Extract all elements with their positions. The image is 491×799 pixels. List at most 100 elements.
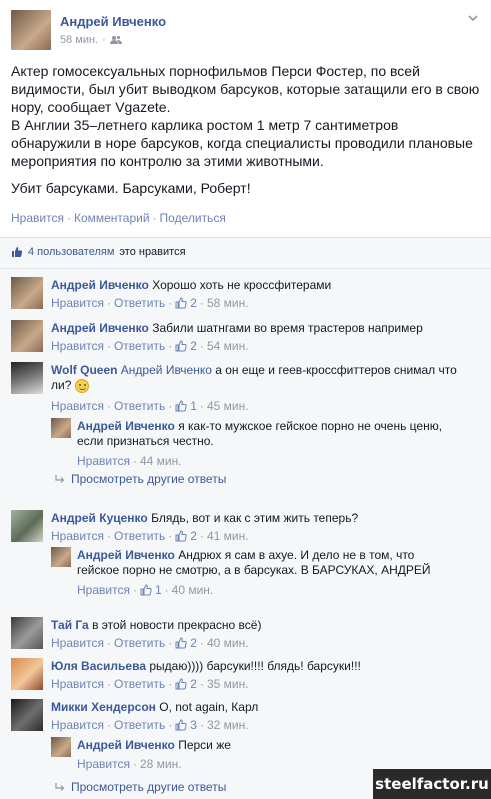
comment-like-count[interactable]: 2 [190,339,197,353]
thumbs-up-icon [175,637,187,649]
comment-time[interactable]: 40 мин. [207,636,249,650]
reply-actions: Нравится · 28 мин. [77,757,182,771]
comment-like-button[interactable]: Нравится [51,718,104,732]
comment-body: O, not again, Карл [159,700,259,714]
comment: Юля Васильева рыдаю)))) барсуки!!!! бляд… [11,658,481,698]
comment: Андрей Ивченко Забили шатнгами во время … [11,320,481,360]
comment-time[interactable]: 58 мин. [207,296,249,310]
reply-time[interactable]: 44 мин. [140,454,182,468]
share-button[interactable]: Поделиться [160,211,226,225]
comment-body: рыдаю)))) барсуки!!!! блядь! барсуки!!! [149,659,361,673]
comment-reply-button[interactable]: Ответить [114,636,165,650]
reply-arrow-icon [55,783,65,791]
comment-body: Забили шатнгами во время трастеров напри… [152,321,423,335]
avatar[interactable] [11,362,43,394]
avatar[interactable] [11,699,43,731]
comment-like-button[interactable]: Нравится [51,677,104,691]
comment-author[interactable]: Андрей Ивченко [51,278,149,292]
comment-body: в этой новости прекрасно всё) [92,618,262,632]
divider [0,268,491,269]
reply-like-button[interactable]: Нравится [77,757,130,771]
reply-author[interactable]: Андрей Ивченко [77,419,175,433]
comment-time[interactable]: 41 мин. [207,529,249,543]
feedback-section: 4 пользователям это нравится Андрей Ивче… [0,237,491,799]
comment-mention[interactable]: Андрей Ивченко [121,363,212,377]
reply-body: Андрюх я сам в ахуе. И дело не в том, чт… [178,548,415,562]
comment-actions: Нравится · Ответить · 2 · 35 мин. [51,677,249,691]
comment-like-count[interactable]: 2 [190,677,197,691]
comment-like-count[interactable]: 2 [190,529,197,543]
friends-icon[interactable] [109,35,122,45]
comment-reply-button[interactable]: Ответить [114,296,165,310]
likes-count-link[interactable]: 4 пользователям [28,246,114,258]
comment-reply-button[interactable]: Ответить [114,718,165,732]
reply: Андрей Ивченко я как-то мужское гейское … [51,418,481,468]
comment-reply-button[interactable]: Ответить [114,529,165,543]
reply-body-line2: если признаться честно. [77,434,214,448]
reply-body: Перси же [178,738,231,752]
post-author[interactable]: Андрей Ивченко [60,14,166,29]
comment-author[interactable]: Wolf Queen [51,363,117,377]
comment-like-button[interactable]: Нравится [51,529,104,543]
avatar[interactable] [11,320,43,352]
comment-actions: Нравится · Ответить · 2 · 58 мин. [51,296,249,310]
comment-time[interactable]: 54 мин. [207,339,249,353]
avatar[interactable] [51,737,71,757]
chevron-down-icon[interactable] [467,12,479,24]
comment-author[interactable]: Юля Васильева [51,659,146,673]
comment-reply-button[interactable]: Ответить [114,677,165,691]
avatar[interactable] [51,418,71,438]
comment-like-count[interactable]: 2 [190,296,197,310]
reply-actions: Нравится · 1 · 40 мин. [77,583,214,597]
comment-author[interactable]: Тай Га [51,618,89,632]
avatar[interactable] [11,658,43,690]
comment-text: Андрей Куценко Блядь, вот и как с этим ж… [51,511,358,526]
reply-time[interactable]: 28 мин. [140,757,182,771]
comment-like-button[interactable]: Нравится [51,636,104,650]
thumbs-up-icon [175,400,187,412]
comment-time[interactable]: 32 мин. [207,718,249,732]
more-replies-link[interactable]: Просмотреть другие ответы [55,780,226,794]
post-body: Актер гомосексуальных порнофильмов Перси… [11,62,481,206]
reply-text: Андрей Ивченко Андрюх я сам в ахуе. И де… [77,548,431,578]
comment-actions: Нравится · Ответить · 3 · 32 мин. [51,718,249,732]
comment-author[interactable]: Андрей Куценко [51,511,148,525]
comment-time[interactable]: 45 мин. [207,399,249,413]
reply-like-button[interactable]: Нравится [77,583,130,597]
avatar[interactable] [11,277,43,309]
comment-actions: Нравится · Ответить · 2 · 40 мин. [51,636,249,650]
comment-button[interactable]: Комментарий [74,211,150,225]
comment-like-count[interactable]: 3 [190,718,197,732]
comment-like-button[interactable]: Нравится [51,339,104,353]
post-time[interactable]: 58 мин. [60,34,98,46]
comment-text: Андрей Ивченко Забили шатнгами во время … [51,321,423,336]
comment-reply-button[interactable]: Ответить [114,399,165,413]
reply-like-count[interactable]: 1 [155,583,162,597]
avatar[interactable] [11,617,43,649]
comment-like-count[interactable]: 1 [190,399,197,413]
comment-text: Микки Хендерсон O, not again, Карл [51,700,258,715]
reply-text: Андрей Ивченко Перси же [77,738,231,753]
avatar[interactable] [11,510,43,542]
reply-author[interactable]: Андрей Ивченко [77,738,175,752]
comment-body-line2: ли? [51,378,72,392]
comment-time[interactable]: 35 мин. [207,677,249,691]
reply-like-button[interactable]: Нравится [77,454,130,468]
thumbs-up-icon [175,678,187,690]
more-replies-link[interactable]: Просмотреть другие ответы [55,472,226,486]
comment-like-count[interactable]: 2 [190,636,197,650]
reply-arrow-icon [55,475,65,483]
comment-like-button[interactable]: Нравится [51,399,104,413]
comment-author[interactable]: Микки Хендерсон [51,700,156,714]
reply-author[interactable]: Андрей Ивченко [77,548,175,562]
reply: Андрей Ивченко Андрюх я сам в ахуе. И де… [51,547,481,597]
comment-reply-button[interactable]: Ответить [114,339,165,353]
comment-body: Блядь, вот и как с этим жить теперь? [151,511,359,525]
avatar[interactable] [51,547,71,567]
comment-body: Хорошо хоть не кроссфитерами [152,278,332,292]
author-avatar[interactable] [11,10,51,50]
like-button[interactable]: Нравится [11,211,64,225]
reply-time[interactable]: 40 мин. [172,583,214,597]
comment-like-button[interactable]: Нравится [51,296,104,310]
comment-author[interactable]: Андрей Ивченко [51,321,149,335]
